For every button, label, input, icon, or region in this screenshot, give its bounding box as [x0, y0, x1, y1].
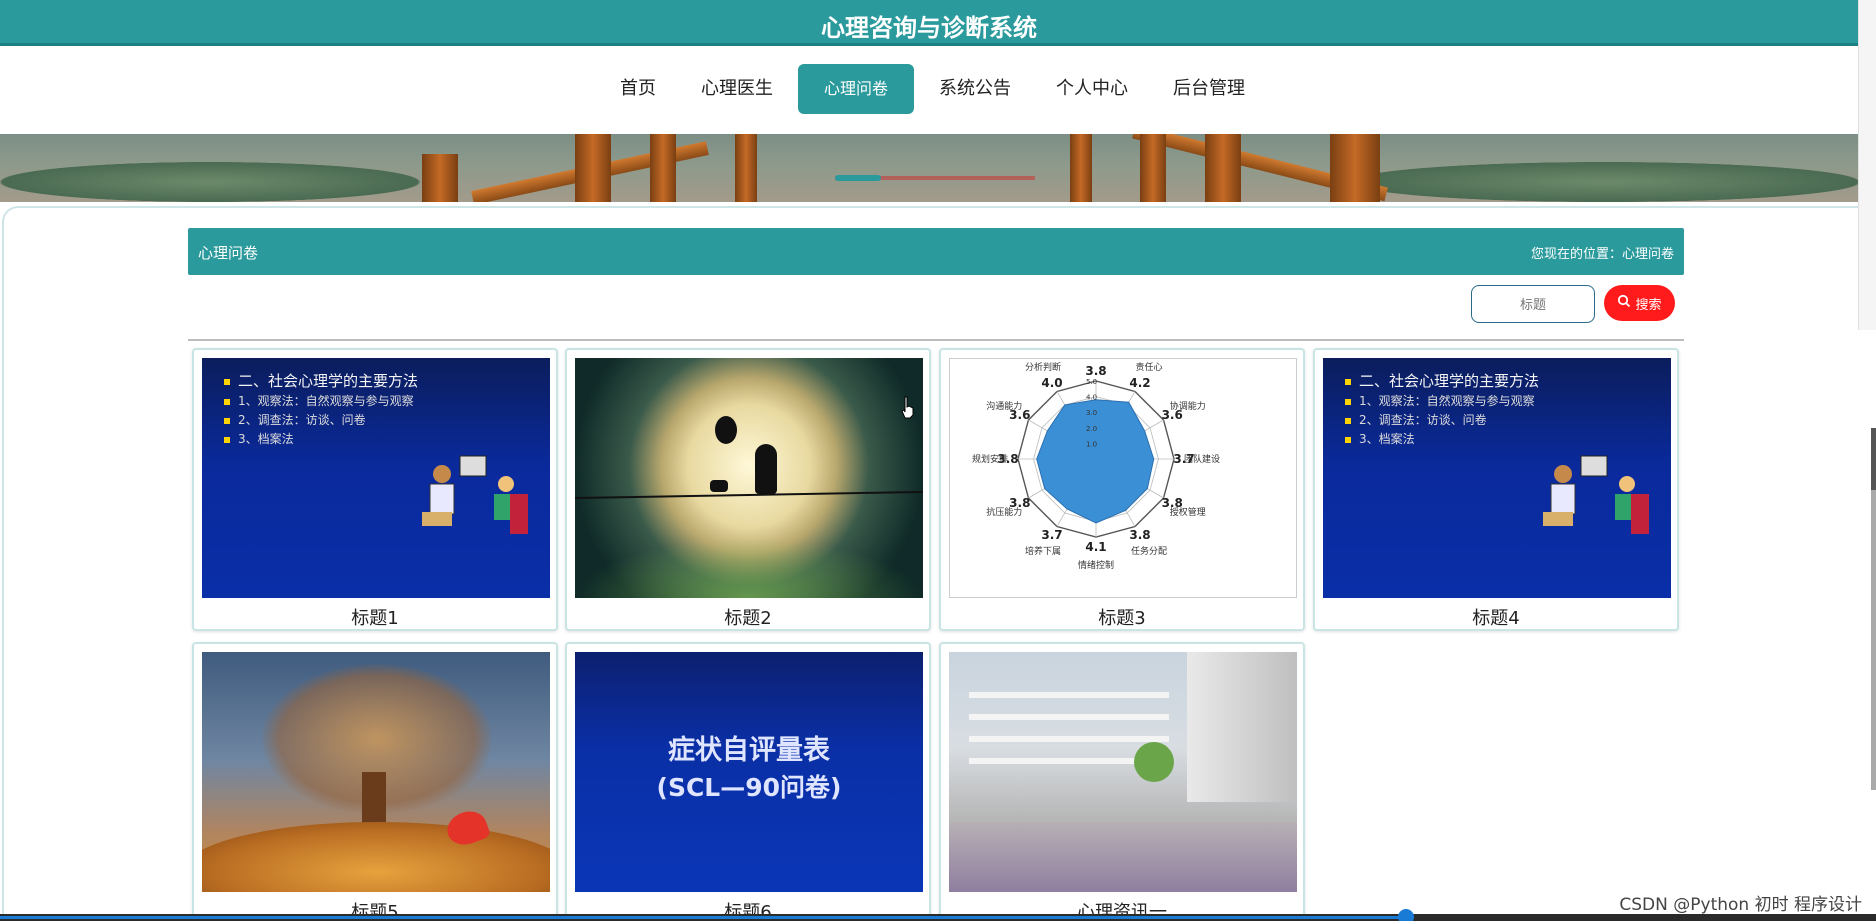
- search-input[interactable]: [1471, 285, 1595, 323]
- radar-axis-label: 授权管理: [1170, 506, 1206, 518]
- fence-post: [422, 154, 458, 202]
- radar-axis-label: 任务分配: [1131, 545, 1167, 557]
- site-title: 心理咨询与诊断系统: [821, 14, 1037, 42]
- divider: [188, 339, 1684, 341]
- questionnaire-card[interactable]: 标题2: [565, 348, 931, 631]
- radar-axis-label: 团队建设: [1184, 453, 1220, 465]
- main-nav: 首页 心理医生 心理问卷 系统公告 个人中心 后台管理: [0, 46, 1858, 134]
- questionnaire-card[interactable]: 症状自评量表 (SCL—90问卷) 标题6: [565, 642, 931, 921]
- slide-line: 1、观察法：自然观察与参与观察: [238, 394, 414, 408]
- fence-post: [1140, 134, 1166, 202]
- card-image[interactable]: [202, 652, 550, 892]
- slide-line: 2、调查法：访谈、问卷: [1359, 413, 1487, 427]
- banner-foliage: [1350, 162, 1858, 202]
- search-button[interactable]: 搜索: [1604, 285, 1675, 321]
- vertical-scrollbar-thumb[interactable]: [1871, 428, 1876, 490]
- slide-line: 1、观察法：自然观察与参与观察: [1359, 394, 1535, 408]
- scl-subtitle: (SCL—90问卷): [656, 773, 842, 802]
- search-button-label: 搜索: [1635, 297, 1662, 313]
- radar-scale-label: 5.0: [1086, 378, 1097, 386]
- radar-chart: 1.02.03.04.05.03.8战略理解4.2责任心3.6协调能力3.7团队…: [972, 361, 1220, 571]
- radar-scale-label: 3.0: [1086, 409, 1097, 417]
- radar-axis-label: 分析判断: [1025, 361, 1061, 373]
- banner-carousel[interactable]: [0, 134, 1858, 202]
- questionnaire-card[interactable]: 二、社会心理学的主要方法 1、观察法：自然观察与参与观察 2、调查法：访谈、问卷…: [1313, 348, 1679, 631]
- search-icon: [1617, 294, 1631, 312]
- horizontal-scrollbar[interactable]: [0, 909, 1876, 921]
- card-image[interactable]: 二、社会心理学的主要方法 1、观察法：自然观察与参与观察 2、调查法：访谈、问卷…: [1323, 358, 1671, 598]
- card-image[interactable]: [949, 652, 1297, 892]
- site-header: 心理咨询与诊断系统: [0, 0, 1858, 46]
- radar-value-label: 4.1: [1085, 540, 1106, 554]
- card-image[interactable]: 1.02.03.04.05.03.8战略理解4.2责任心3.6协调能力3.7团队…: [949, 358, 1297, 598]
- radar-axis-label: 沟通能力: [986, 400, 1022, 412]
- section-title: 心理问卷: [198, 244, 259, 262]
- radar-axis-label: 协调能力: [1170, 400, 1206, 412]
- counseling-illustration: [422, 455, 528, 534]
- questionnaire-card[interactable]: 1.02.03.04.05.03.8战略理解4.2责任心3.6协调能力3.7团队…: [939, 348, 1305, 631]
- questionnaire-card[interactable]: 二、社会心理学的主要方法 1、观察法：自然观察与参与观察 2、调查法：访谈、问卷…: [192, 348, 558, 631]
- slide-line: 3、档案法: [238, 432, 294, 446]
- card-title[interactable]: 标题2: [567, 604, 929, 630]
- card-title[interactable]: 标题1: [194, 604, 556, 630]
- radar-axis-label: 规划安排: [972, 453, 1008, 465]
- radar-value-label: 3.7: [1041, 528, 1062, 542]
- card-title[interactable]: 标题4: [1315, 604, 1677, 630]
- watermark: CSDN @Python 初时 程序设计: [1619, 895, 1862, 915]
- nav-admin[interactable]: 后台管理: [1153, 64, 1265, 114]
- card-image[interactable]: [575, 358, 923, 598]
- radar-scale-label: 1.0: [1086, 440, 1097, 448]
- banner-foliage: [0, 162, 420, 202]
- radar-axis-label: 情绪控制: [1078, 559, 1114, 571]
- scroll-progress: [0, 916, 1406, 919]
- nav-doctors[interactable]: 心理医生: [681, 64, 793, 114]
- radar-value-label: 3.8: [1129, 528, 1150, 542]
- questionnaire-card[interactable]: 心理资讯一: [939, 642, 1305, 921]
- fence-post: [1070, 134, 1092, 202]
- fence-post: [1330, 134, 1380, 202]
- fence-post: [735, 134, 757, 202]
- slide-heading: 二、社会心理学的主要方法: [1359, 372, 1540, 390]
- slide-line: 3、档案法: [1359, 432, 1415, 446]
- radar-axis-label: 抗压能力: [986, 506, 1022, 518]
- scroll-knob[interactable]: [1398, 909, 1414, 921]
- radar-scale-label: 2.0: [1086, 425, 1097, 433]
- radar-value-label: 3.8: [1085, 364, 1106, 378]
- radar-scale-label: 4.0: [1086, 394, 1097, 402]
- scl-title: 症状自评量表: [668, 735, 830, 766]
- counseling-illustration: [1543, 455, 1649, 534]
- card-image[interactable]: 症状自评量表 (SCL—90问卷): [575, 652, 923, 892]
- questionnaire-card[interactable]: 标题5: [192, 642, 558, 921]
- slide-line: 2、调查法：访谈、问卷: [238, 413, 366, 427]
- card-title[interactable]: 标题3: [941, 604, 1303, 630]
- radar-axis-label: 培养下属: [1025, 545, 1061, 557]
- nav-home[interactable]: 首页: [600, 64, 676, 114]
- side-panel: [1858, 0, 1876, 330]
- nav-personal-center[interactable]: 个人中心: [1036, 64, 1148, 114]
- fence-post: [1205, 134, 1241, 202]
- fence-post: [575, 134, 611, 202]
- radar-value-label: 4.0: [1041, 376, 1062, 390]
- breadcrumb: 您现在的位置：心理问卷: [1530, 247, 1674, 262]
- nav-announcements[interactable]: 系统公告: [919, 64, 1031, 114]
- vertical-scrollbar-track[interactable]: [1871, 490, 1876, 790]
- hand-cursor-icon: [901, 396, 914, 419]
- section-header: 心理问卷 您现在的位置：心理问卷: [188, 228, 1684, 275]
- fence-post: [650, 134, 676, 202]
- carousel-indicator-active[interactable]: [835, 175, 881, 181]
- radar-value-label: 4.2: [1129, 376, 1150, 390]
- nav-questionnaire[interactable]: 心理问卷: [798, 64, 915, 114]
- slide-heading: 二、社会心理学的主要方法: [238, 372, 419, 390]
- radar-axis-label: 责任心: [1135, 361, 1162, 373]
- card-image[interactable]: 二、社会心理学的主要方法 1、观察法：自然观察与参与观察 2、调查法：访谈、问卷…: [202, 358, 550, 598]
